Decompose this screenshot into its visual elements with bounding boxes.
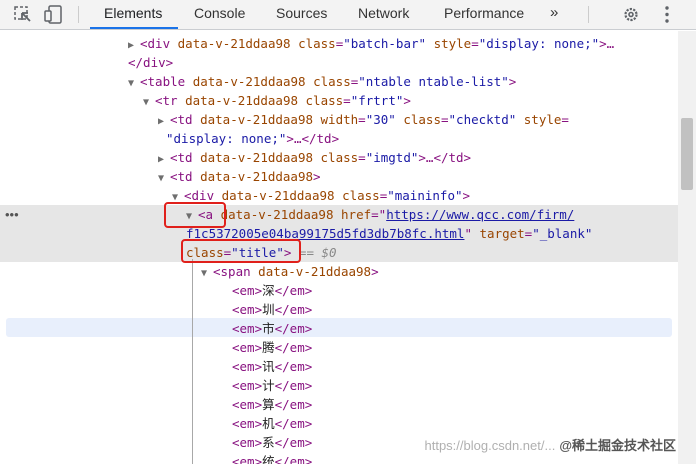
tab-sources[interactable]: Sources	[276, 0, 327, 29]
tree-node-continuation: "display: none;">…</td>	[166, 131, 340, 146]
tree-node-continuation: f1c5372005e04ba99175d5fd3db7b8fc.html" t…	[186, 226, 593, 241]
collapse-triangle-icon[interactable]: ▼	[128, 74, 140, 91]
collapse-triangle-icon[interactable]: ▼	[158, 169, 170, 186]
em-node[interactable]: <em>圳</em>	[0, 300, 678, 319]
em-node[interactable]: <em>市</em>	[0, 319, 678, 338]
more-tabs-icon[interactable]: »	[550, 0, 558, 29]
tree-node[interactable]: ▶ <td data-v-21ddaa98 width="30" class="c…	[0, 110, 678, 129]
expand-triangle-icon[interactable]: ▶	[158, 112, 170, 129]
annotation-box-a-tag	[164, 202, 226, 228]
tree-node[interactable]: ▶ <td data-v-21ddaa98 class="imgtd">…</td…	[0, 148, 678, 167]
more-vert-icon[interactable]	[652, 0, 682, 29]
inspect-icon[interactable]	[8, 0, 38, 29]
scrollbar-thumb[interactable]	[681, 118, 693, 190]
tab-performance[interactable]: Performance	[444, 0, 524, 29]
tree-node[interactable]: ▶ <div data-v-21ddaa98 class="batch-bar" …	[0, 34, 678, 53]
watermark: https://blog.csdn.net/... @稀土掘金技术社区	[424, 438, 676, 453]
tree-node-continuation: class="title"> == $0	[186, 245, 337, 260]
annotation-box-class-title	[181, 239, 301, 263]
tree-node[interactable]: ▼ <span data-v-21ddaa98>	[0, 262, 678, 281]
em-node[interactable]: <em>算</em>	[0, 395, 678, 414]
selected-node-marker: == $0	[298, 245, 337, 260]
collapse-triangle-icon[interactable]: ▼	[201, 264, 213, 281]
tab-console[interactable]: Console	[194, 0, 245, 29]
expand-triangle-icon[interactable]: ▶	[128, 36, 140, 53]
em-node[interactable]: <em>腾</em>	[0, 338, 678, 357]
tree-node[interactable]: </div>	[0, 53, 678, 72]
em-node[interactable]: <em>计</em>	[0, 376, 678, 395]
devtools-toolbar: Elements Console Sources Network Perform…	[0, 0, 696, 30]
em-node[interactable]: <em>深</em>	[0, 281, 678, 300]
tree-node[interactable]: ▼ <td data-v-21ddaa98>	[0, 167, 678, 186]
toolbar-separator	[588, 6, 589, 23]
tab-elements[interactable]: Elements	[90, 0, 178, 29]
expand-triangle-icon[interactable]: ▶	[158, 150, 170, 167]
em-node[interactable]: <em>机</em>	[0, 414, 678, 433]
settings-icon[interactable]	[616, 0, 646, 29]
selected-tree-node[interactable]: ▼ <a data-v-21ddaa98 href="https://www.qc…	[0, 205, 678, 224]
device-toggle-icon[interactable]	[40, 0, 70, 29]
tree-node[interactable]: ▼ <tr data-v-21ddaa98 class="frtrt">	[0, 91, 678, 110]
tree-node[interactable]: ▼ <div data-v-21ddaa98 class="maininfo">	[0, 186, 678, 205]
tab-network[interactable]: Network	[358, 0, 409, 29]
em-node[interactable]: <em>讯</em>	[0, 357, 678, 376]
toolbar-separator	[78, 6, 79, 23]
vertical-scrollbar[interactable]	[678, 31, 696, 464]
elements-tree: ••• ▶ <div data-v-21ddaa98 class="batch-b…	[0, 31, 678, 464]
collapse-triangle-icon[interactable]: ▼	[143, 93, 155, 110]
href-link[interactable]: https://www.qcc.com/firm/	[386, 207, 574, 222]
tree-node[interactable]: ▼ <table data-v-21ddaa98 class="ntable nt…	[0, 72, 678, 91]
